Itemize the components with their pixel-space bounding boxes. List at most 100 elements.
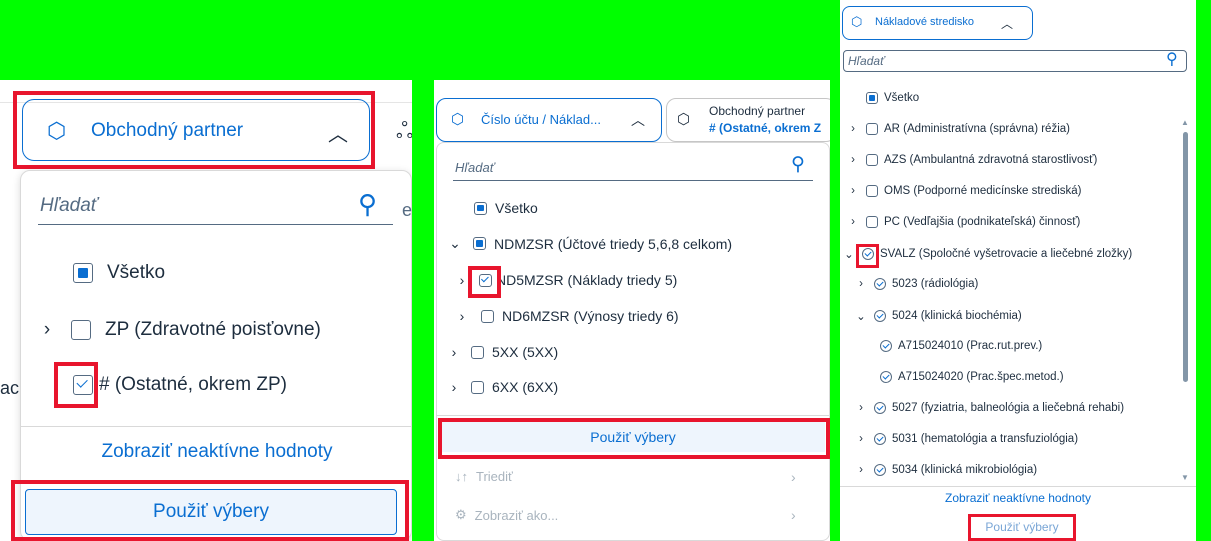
list-item[interactable]: › 5XX (5XX) (449, 344, 558, 360)
highlight-checkbox (856, 244, 879, 268)
list-item[interactable]: › AZS (Ambulantná zdravotná starostlivosť… (848, 154, 1097, 166)
sort-label: Triediť (476, 469, 513, 484)
chevron-up-icon[interactable]: ︿ (1001, 15, 1013, 32)
chevron-up-icon[interactable]: ︿ (631, 110, 645, 130)
checkbox[interactable] (471, 345, 484, 359)
item-label: OMS (Podporné medicínske strediská) (884, 185, 1082, 197)
checkbox[interactable] (874, 464, 886, 476)
chevron-right-icon[interactable]: › (39, 319, 55, 341)
checkbox[interactable] (874, 278, 886, 290)
checkbox[interactable] (866, 216, 878, 228)
panel-account-number: ⬡ Číslo účtu / Náklad... ︿ ⬡ Obchodný pa… (434, 84, 830, 541)
chevron-down-icon[interactable]: ⌄ (844, 247, 854, 261)
checkbox[interactable] (866, 123, 878, 135)
chevron-right-icon[interactable]: › (449, 344, 459, 360)
sort-menu-item[interactable]: ↓↑ Triediť (455, 469, 513, 484)
chevron-right-icon[interactable]: › (848, 216, 858, 228)
chevron-right-icon[interactable]: › (856, 464, 866, 476)
highlight-checkbox (54, 362, 98, 408)
tab-business-partner[interactable]: ⬡ Obchodný partner # (Ostatné, okrem Z (666, 98, 830, 142)
sort-icon: ↓↑ (455, 469, 468, 484)
checkbox[interactable] (874, 433, 886, 445)
tab-label: Nákladové stredisko (875, 16, 975, 28)
checkbox[interactable] (474, 201, 487, 215)
search-icon[interactable]: ⚲ (358, 189, 377, 220)
search-icon[interactable]: ⚲ (1166, 49, 1178, 69)
chevron-down-icon[interactable]: ⌄ (856, 309, 866, 323)
list-item[interactable]: Všetko (73, 262, 165, 284)
list-item[interactable]: ⌄ NDMZSR (Účtové triedy 5,6,8 celkom) (449, 235, 732, 252)
show-inactive-link[interactable]: Zobraziť neaktívne hodnoty (21, 441, 412, 463)
search-placeholder: Hľadať (40, 195, 98, 216)
list-item[interactable]: ⌄ 5024 (klinická biochémia) (856, 309, 1022, 323)
list-item[interactable]: › 5031 (hematológia a transfuziológia) (856, 433, 1078, 445)
checkbox[interactable] (874, 310, 886, 322)
gear-icon: ⚙ (455, 507, 467, 522)
checkbox[interactable] (880, 371, 892, 383)
search-input[interactable]: Hľadať ⚲ (843, 50, 1187, 72)
checkbox[interactable] (481, 309, 494, 323)
list-item[interactable]: › 5034 (klinická mikrobiológia) (856, 464, 1037, 476)
cube-icon: ⬡ (851, 14, 863, 29)
highlight-checkbox (468, 266, 501, 298)
item-label: NDMZSR (Účtové triedy 5,6,8 celkom) (494, 235, 733, 252)
search-input[interactable]: Hľadať ⚲ (38, 189, 393, 225)
list-item[interactable]: A715024010 (Prac.rut.prev.) (880, 340, 1042, 352)
list-item[interactable]: › ZP (Zdravotné poisťovne) (39, 319, 321, 341)
show-as-menu-item[interactable]: ⚙ Zobraziť ako... (455, 507, 558, 523)
search-placeholder: Hľadať (848, 54, 885, 68)
chevron-right-icon[interactable]: › (848, 154, 858, 166)
item-label: PC (Vedľajšia (podnikateľská) činnosť) (884, 216, 1081, 228)
list-item[interactable]: Všetko (474, 200, 538, 216)
chevron-right-icon[interactable]: › (791, 507, 796, 523)
checkbox[interactable] (866, 154, 878, 166)
list-item[interactable]: › 6XX (6XX) (449, 379, 558, 395)
item-label: Všetko (495, 200, 538, 216)
scroll-down-icon[interactable]: ▼ (1181, 473, 1189, 482)
checkbox[interactable] (73, 263, 93, 283)
chevron-right-icon[interactable]: › (856, 402, 866, 414)
checkbox[interactable] (866, 92, 878, 104)
list-item[interactable]: ⌄ SVALZ (Spoločné vyšetrovacie a liečebné… (844, 247, 1132, 261)
scrollbar-thumb[interactable] (1183, 132, 1188, 382)
chevron-right-icon[interactable]: › (856, 433, 866, 445)
item-label: AR (Administratívna (správna) réžia) (884, 123, 1070, 135)
list-item[interactable]: A715024020 (Prac.špec.metod.) (880, 371, 1064, 383)
item-label: ND5MZSR (Náklady triedy 5) (496, 272, 678, 288)
chevron-right-icon[interactable]: › (449, 379, 459, 395)
list-item[interactable]: › 5027 (fyziatria, balneológia a liečebná… (856, 402, 1124, 414)
list-item[interactable]: Všetko (866, 92, 919, 104)
checkbox[interactable] (866, 185, 878, 197)
list-item[interactable]: › 5023 (rádiológia) (856, 278, 978, 290)
list-item[interactable]: # (Ostatné, okrem ZP) (73, 374, 287, 396)
tab-account-number[interactable]: ⬡ Číslo účtu / Náklad... ︿ (436, 98, 662, 142)
checkbox[interactable] (471, 380, 484, 394)
checkbox[interactable] (874, 402, 886, 414)
item-label: 5024 (klinická biochémia) (892, 310, 1022, 322)
checkbox[interactable] (880, 340, 892, 352)
chevron-right-icon[interactable]: › (856, 278, 866, 290)
item-label: A715024020 (Prac.špec.metod.) (898, 371, 1064, 383)
panel-cost-center: ⬡ Nákladové stredisko ︿ Hľadať ⚲ Všetko ›… (840, 0, 1196, 541)
chevron-right-icon[interactable]: › (791, 469, 796, 485)
item-label: 5034 (klinická mikrobiológia) (892, 464, 1038, 476)
checkbox[interactable] (71, 320, 91, 340)
chevron-right-icon[interactable]: › (457, 308, 467, 324)
search-icon[interactable]: ⚲ (791, 153, 805, 176)
list-item[interactable]: › ND6MZSR (Výnosy triedy 6) (457, 308, 679, 324)
hierarchy-icon[interactable]: ஃ (396, 118, 412, 147)
chevron-down-icon[interactable]: ⌄ (449, 235, 461, 252)
chevron-right-icon[interactable]: › (457, 272, 467, 288)
show-inactive-link[interactable]: Zobraziť neaktívne hodnoty (840, 491, 1196, 505)
checkbox[interactable] (473, 237, 486, 250)
scroll-up-icon[interactable]: ▲ (1181, 118, 1189, 127)
item-label: AZS (Ambulantná zdravotná starostlivosť) (884, 154, 1098, 166)
chevron-right-icon[interactable]: › (848, 185, 858, 197)
item-label: 5XX (5XX) (492, 344, 559, 360)
list-item[interactable]: › AR (Administratívna (správna) réžia) (848, 123, 1070, 135)
tab-cost-center[interactable]: ⬡ Nákladové stredisko ︿ (842, 6, 1033, 40)
search-input[interactable]: Hľadať ⚲ (453, 153, 813, 181)
list-item[interactable]: › PC (Vedľajšia (podnikateľská) činnosť) (848, 216, 1080, 228)
chevron-right-icon[interactable]: › (848, 123, 858, 135)
list-item[interactable]: › OMS (Podporné medicínske strediská) (848, 185, 1082, 197)
